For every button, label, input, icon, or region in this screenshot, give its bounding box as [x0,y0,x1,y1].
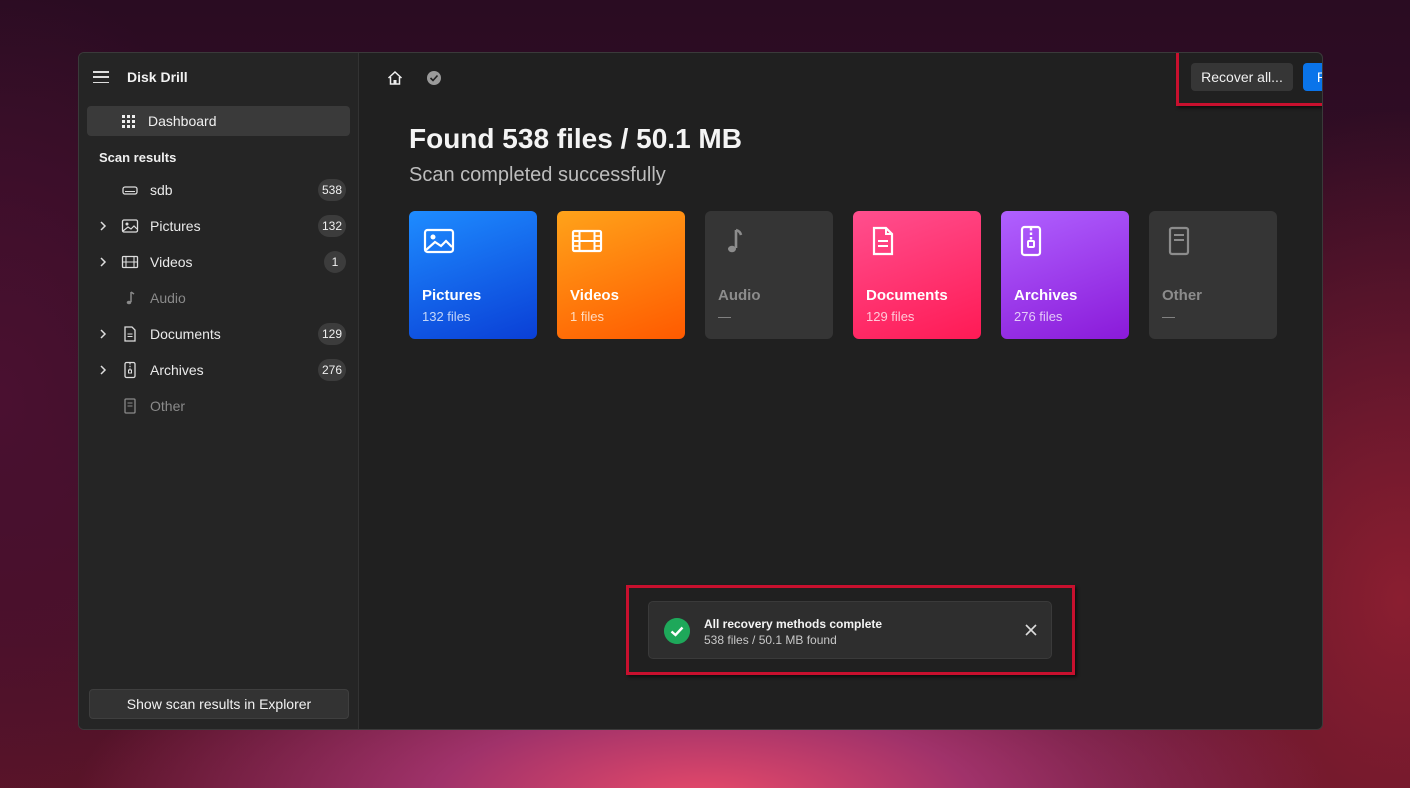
grid-icon [122,114,135,128]
card-file-count: 129 files [866,309,915,324]
picture-icon [423,228,455,254]
count-badge: 1 [324,251,346,273]
main-content: Recover all... Review found items Found … [359,53,1322,729]
count-badge: 538 [317,179,346,201]
card-label: Archives [1014,287,1078,304]
sidebar-item-dashboard[interactable]: Dashboard [87,106,350,136]
sidebar-item-audio: Audio [79,280,358,316]
card-file-count: 276 files [1014,309,1063,324]
sidebar-item-label: sdb [150,182,173,198]
sidebar-item-pictures[interactable]: Pictures 132 [79,208,358,244]
chevron-right-icon[interactable] [99,256,107,268]
app-title: Disk Drill [127,69,188,85]
card-label: Audio [718,287,761,304]
chevron-right-icon[interactable] [99,220,107,232]
sidebar-item-videos[interactable]: Videos 1 [79,244,358,280]
hamburger-menu-icon[interactable] [93,71,109,83]
sidebar-item-label: Documents [150,326,221,342]
card-label: Documents [866,287,948,304]
sidebar-item-label: Other [150,398,186,414]
sidebar-item-label: Videos [150,254,193,270]
sidebar-item-sdb[interactable]: sdb 538 [79,172,358,208]
app-window: Disk Drill Dashboard Scan results sdb 53… [78,52,1323,730]
card-label: Videos [570,287,619,304]
card-videos[interactable]: Videos 1 files [557,211,685,339]
sidebar-item-label: Audio [150,290,186,306]
count-badge: 129 [317,323,346,345]
card-file-count: 132 files [422,309,471,324]
scan-results-heading: Scan results [99,150,177,165]
card-pictures[interactable]: Pictures 132 files [409,211,537,339]
file-icon [124,398,136,414]
card-audio: Audio — [705,211,833,339]
card-label: Pictures [422,287,482,304]
sidebar-item-documents[interactable]: Documents 129 [79,316,358,352]
show-in-explorer-button[interactable]: Show scan results in Explorer [89,689,349,719]
card-other: Other — [1149,211,1277,339]
chevron-right-icon[interactable] [99,328,107,340]
scan-status-text: Scan completed successfully [409,164,666,186]
highlight-box [626,585,1075,675]
document-icon [124,326,136,342]
drive-icon [122,186,138,195]
file-icon [1168,226,1190,256]
card-archives[interactable]: Archives 276 files [1001,211,1129,339]
archive-icon [124,361,136,379]
card-file-count: — [1162,309,1175,324]
film-icon [571,229,603,253]
category-cards: Pictures 132 files Videos 1 files Audio … [409,211,1277,339]
page-title: Found 538 files / 50.1 MB [409,123,742,154]
music-note-icon [728,228,743,253]
app-header: Disk Drill [79,53,358,101]
highlight-box [1176,53,1322,106]
sidebar: Disk Drill Dashboard Scan results sdb 53… [79,53,359,729]
document-icon [872,226,894,256]
count-badge: 132 [317,215,346,237]
film-icon [121,255,139,269]
count-badge: 276 [317,359,346,381]
card-documents[interactable]: Documents 129 files [853,211,981,339]
card-file-count: — [718,309,731,324]
sidebar-item-other: Other [79,388,358,424]
sidebar-item-archives[interactable]: Archives 276 [79,352,358,388]
home-icon[interactable] [386,69,404,87]
sidebar-item-label: Dashboard [148,113,217,129]
picture-icon [121,219,139,233]
music-note-icon [126,291,135,305]
check-circle-icon[interactable] [425,69,443,87]
card-file-count: 1 files [570,309,604,324]
sidebar-item-label: Archives [150,362,204,378]
sidebar-item-label: Pictures [150,218,201,234]
card-label: Other [1162,287,1203,304]
archive-icon [1020,225,1042,257]
chevron-right-icon[interactable] [99,364,107,376]
